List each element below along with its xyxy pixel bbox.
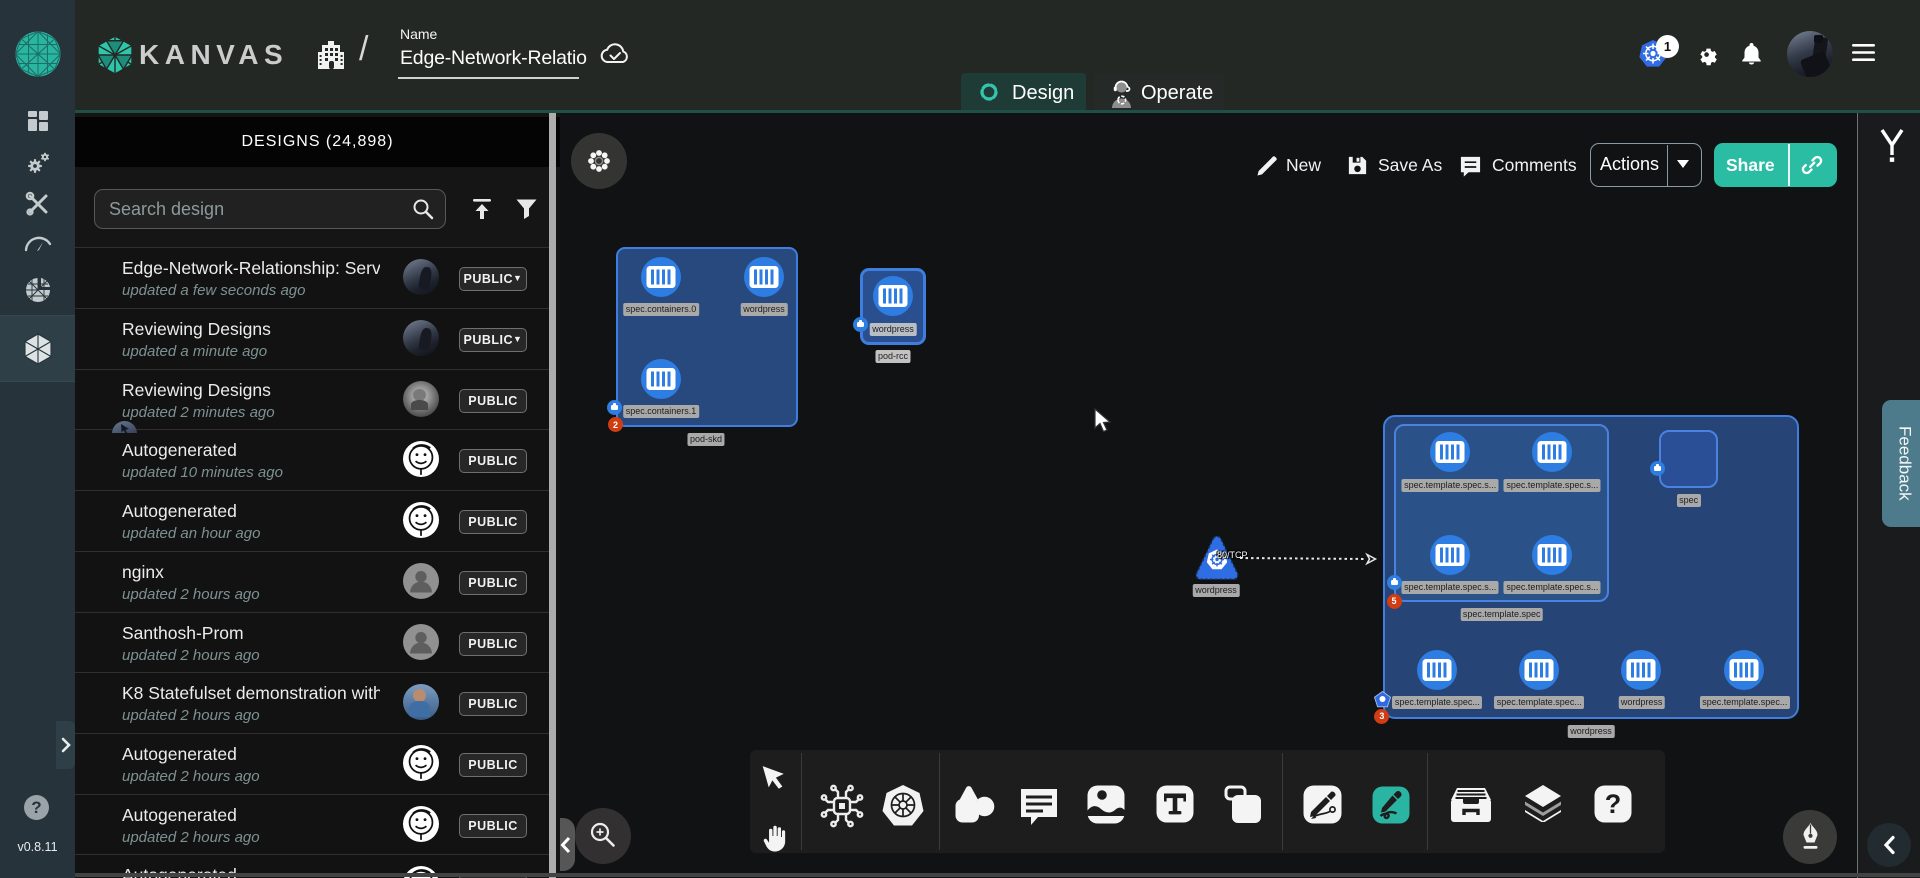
svg-text:?: ?	[1605, 789, 1622, 819]
